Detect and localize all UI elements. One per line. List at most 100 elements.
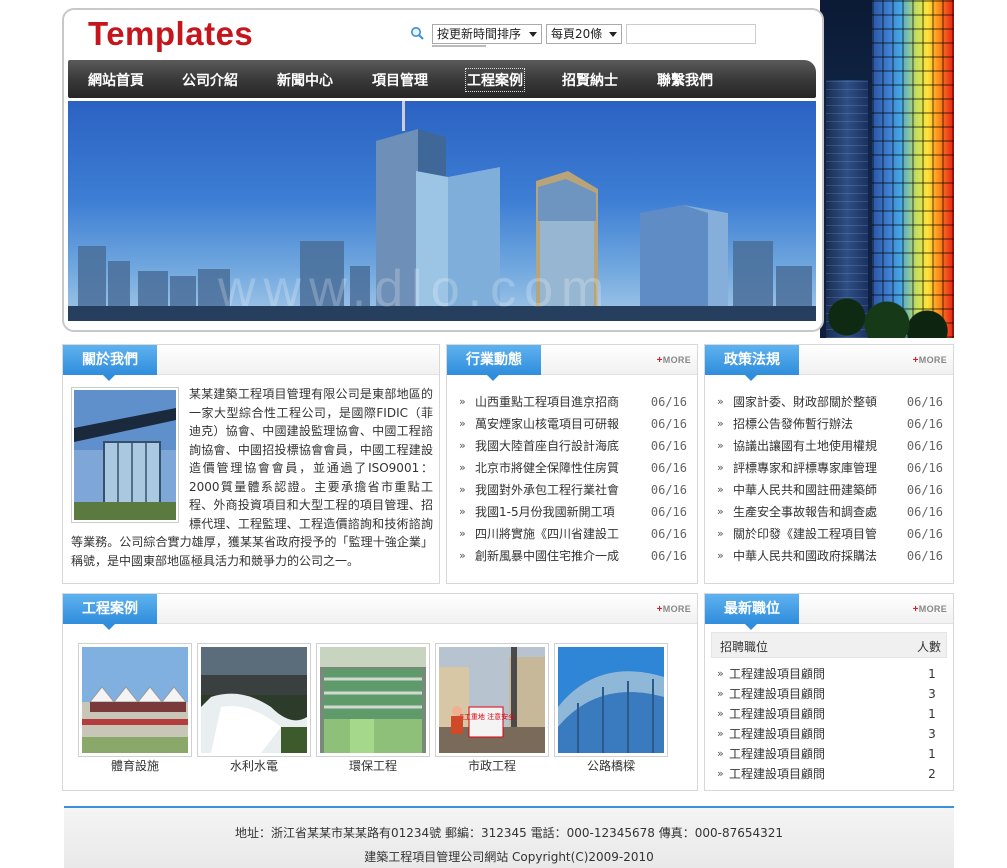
job-count: 3: [928, 727, 936, 741]
list-item-title[interactable]: 協議出讓國有土地使用權規: [733, 435, 877, 457]
panel-header: 工程案例 +MORE: [63, 594, 697, 630]
nav-contact[interactable]: 聯繫我們: [657, 70, 713, 90]
job-row[interactable]: » 工程建設項目顧問 3: [717, 724, 947, 744]
site-logo[interactable]: Templates: [88, 15, 253, 53]
banner-image: www.dlo.com: [68, 101, 816, 321]
double-chevron-icon: »: [717, 461, 724, 474]
footer-address: 地址：浙江省某某市某某路有01234號 郵編：312345 電話：000-123…: [234, 826, 784, 840]
about-panel: 關於我們 某某建築工程項目管理有限公司是東部地區的一家大型綜合性工程公司，是國際…: [62, 344, 440, 584]
list-item-title[interactable]: 創新風暴中國住宅推介一成: [475, 545, 619, 567]
main-nav: 網站首頁 公司介紹 新聞中心 項目管理 工程案例 招賢納士 聯繫我們: [68, 60, 816, 98]
case-label[interactable]: 公路橋樑: [554, 757, 668, 774]
case-label[interactable]: 水利水電: [197, 757, 311, 774]
list-item[interactable]: » 我國大陸首座自行設計海底 06/16: [459, 435, 687, 457]
list-item[interactable]: » 關於印發《建設工程項目管 06/16: [717, 523, 943, 545]
list-item[interactable]: » 山西重點工程項目進京招商 06/16: [459, 391, 687, 413]
list-item-title[interactable]: 我國大陸首座自行設計海底: [475, 435, 619, 457]
more-label: MORE: [918, 604, 947, 614]
job-title[interactable]: 工程建設項目顧問: [729, 704, 825, 724]
case-label[interactable]: 市政工程: [435, 757, 549, 774]
nav-jobs[interactable]: 招賢納士: [562, 70, 618, 90]
case-env-thumb[interactable]: [316, 643, 430, 757]
case-municipal-thumb[interactable]: 施工重地 注意安全: [435, 643, 549, 757]
policy-more-link[interactable]: +MORE: [913, 355, 947, 366]
industry-more-link[interactable]: +MORE: [657, 355, 691, 366]
double-chevron-icon: »: [717, 483, 724, 496]
list-item-date: 06/16: [906, 395, 943, 409]
jobs-list: » 工程建設項目顧問 1 » 工程建設項目顧問 3 » 工程建設項目顧問 1 » 工程建設項目顧問 3…: [717, 664, 947, 784]
job-title[interactable]: 工程建設項目顧問: [729, 664, 825, 684]
double-chevron-icon: »: [717, 505, 724, 518]
nav-projects[interactable]: 項目管理: [372, 70, 428, 90]
double-chevron-icon: »: [459, 527, 466, 540]
list-item[interactable]: » 國家計委、財政部關於整頓 06/16: [717, 391, 943, 413]
case-hydro-thumb[interactable]: [197, 643, 311, 757]
nav-news[interactable]: 新聞中心: [277, 70, 333, 90]
job-title[interactable]: 工程建設項目顧問: [729, 764, 825, 784]
list-item-title[interactable]: 關於印發《建設工程項目管: [733, 523, 877, 545]
col-position: 招聘職位: [720, 640, 769, 654]
list-item-date: 06/16: [650, 461, 687, 475]
case-label[interactable]: 體育設施: [78, 757, 192, 774]
list-item-date: 06/16: [650, 549, 687, 563]
list-item[interactable]: » 創新風暴中國住宅推介一成 06/16: [459, 545, 687, 567]
list-item-title[interactable]: 我國1-5月份我國新開工項: [475, 501, 615, 523]
list-item-title[interactable]: 北京市將健全保障性住房質: [475, 457, 619, 479]
list-item-date: 06/16: [650, 439, 687, 453]
list-item[interactable]: » 中華人民共和國政府採購法 06/16: [717, 545, 943, 567]
job-title[interactable]: 工程建設項目顧問: [729, 744, 825, 764]
list-item[interactable]: » 北京市將健全保障性住房質 06/16: [459, 457, 687, 479]
job-row[interactable]: » 工程建設項目顧問 1: [717, 704, 947, 724]
list-item[interactable]: » 生產安全事故報告和調查處 06/16: [717, 501, 943, 523]
list-item[interactable]: » 我國對外承包工程行業社會 06/16: [459, 479, 687, 501]
list-item-title[interactable]: 山西重點工程項目進京招商: [475, 391, 619, 413]
chevron-down-icon: [529, 32, 537, 37]
list-item[interactable]: » 中華人民共和國註冊建築師 06/16: [717, 479, 943, 501]
job-row[interactable]: » 工程建設項目顧問 3: [717, 684, 947, 704]
list-item-title[interactable]: 評標專家和評標專家庫管理: [733, 457, 877, 479]
search-button[interactable]: [432, 45, 486, 47]
list-item-title[interactable]: 中華人民共和國政府採購法: [733, 545, 877, 567]
sort-select[interactable]: 按更新時間排序: [432, 24, 542, 44]
job-title[interactable]: 工程建設項目顧問: [729, 684, 825, 704]
case-bridge-thumb[interactable]: [554, 643, 668, 757]
job-title[interactable]: 工程建設項目顧問: [729, 724, 825, 744]
about-title: 關於我們: [63, 345, 157, 381]
search-input[interactable]: [626, 24, 756, 44]
list-item[interactable]: » 評標專家和評標專家庫管理 06/16: [717, 457, 943, 479]
list-item[interactable]: » 招標公告發佈暫行辦法 06/16: [717, 413, 943, 435]
policy-list: » 國家計委、財政部關於整頓 06/16 » 招標公告發佈暫行辦法 06/16 » 協議出讓國…: [717, 391, 943, 567]
list-item-date: 06/16: [650, 483, 687, 497]
list-item-title[interactable]: 國家計委、財政部關於整頓: [733, 391, 877, 413]
double-chevron-icon: »: [717, 439, 724, 452]
list-item-title[interactable]: 四川將實施《四川省建設工: [475, 523, 619, 545]
jobs-more-link[interactable]: +MORE: [913, 604, 947, 615]
nav-home[interactable]: 網站首頁: [88, 70, 144, 90]
double-chevron-icon: »: [717, 747, 724, 760]
footer-copyright: 建築工程項目管理公司網站 Copyright(C)2009-2010: [364, 850, 654, 864]
list-item[interactable]: » 萬安煙家山核電項目可研報 06/16: [459, 413, 687, 435]
jobs-title: 最新職位: [705, 594, 799, 630]
list-item-title[interactable]: 招標公告發佈暫行辦法: [733, 413, 853, 435]
list-item-title[interactable]: 萬安煙家山核電項目可研報: [475, 413, 619, 435]
list-item[interactable]: » 協議出讓國有土地使用權規 06/16: [717, 435, 943, 457]
nav-cases[interactable]: 工程案例: [465, 68, 525, 92]
list-item-title[interactable]: 生產安全事故報告和調查處: [733, 501, 877, 523]
list-item-date: 06/16: [650, 395, 687, 409]
cases-panel: 工程案例 +MORE 體育設施 水利水電 環保工程 施工重地 注意安全 市政工程…: [62, 593, 698, 791]
list-item-title[interactable]: 我國對外承包工程行業社會: [475, 479, 619, 501]
job-row[interactable]: » 工程建設項目顧問 2: [717, 764, 947, 784]
list-item-title[interactable]: 中華人民共和國註冊建築師: [733, 479, 877, 501]
list-item[interactable]: » 四川將實施《四川省建設工 06/16: [459, 523, 687, 545]
cases-more-link[interactable]: +MORE: [657, 604, 691, 615]
case-sports-thumb[interactable]: [78, 643, 192, 757]
case-label[interactable]: 環保工程: [316, 757, 430, 774]
policy-panel: 政策法規 +MORE » 國家計委、財政部關於整頓 06/16 » 招標公告發佈暫行辦法…: [704, 344, 954, 584]
job-row[interactable]: » 工程建設項目顧問 1: [717, 744, 947, 764]
municipal-sign-text: 施工重地 注意安全: [457, 712, 515, 721]
job-row[interactable]: » 工程建設項目顧問 1: [717, 664, 947, 684]
list-item[interactable]: » 我國1-5月份我國新開工項 06/16: [459, 501, 687, 523]
nav-about[interactable]: 公司介紹: [182, 70, 238, 90]
per-page-select[interactable]: 每頁20條: [546, 24, 622, 44]
double-chevron-icon: »: [717, 527, 724, 540]
